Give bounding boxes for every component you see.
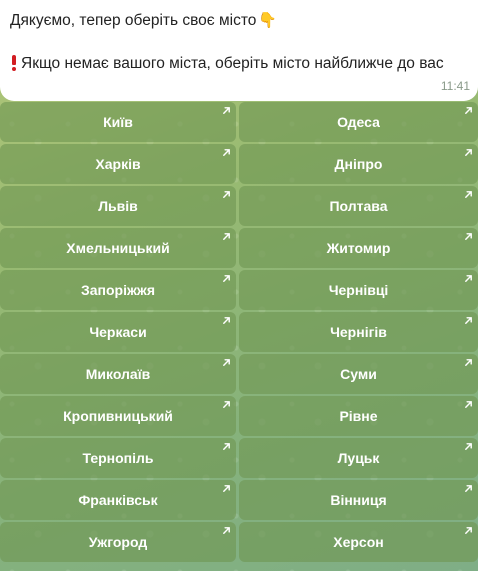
city-button[interactable]: Хмельницький: [0, 228, 236, 268]
city-button[interactable]: Львів: [0, 186, 236, 226]
city-button[interactable]: Харків: [0, 144, 236, 184]
arrow-up-right-icon: [223, 317, 230, 324]
message-line-2: Якщо немає вашого міста, оберіть місто н…: [10, 53, 466, 75]
arrow-up-right-icon: [465, 401, 472, 408]
city-button-label: Луцьк: [337, 450, 380, 466]
arrow-up-right-icon: [223, 233, 230, 240]
city-button-label: Кропивницький: [63, 408, 173, 424]
city-button[interactable]: Миколаїв: [0, 354, 236, 394]
arrow-up-right-icon: [465, 443, 472, 450]
city-button[interactable]: Вінниця: [239, 480, 478, 520]
city-button-label: Запоріжжя: [80, 282, 156, 298]
city-button-label: Миколаїв: [85, 366, 151, 382]
arrow-up-right-icon: [465, 233, 472, 240]
arrow-up-right-icon: [465, 527, 472, 534]
city-button-label: Полтава: [329, 198, 388, 214]
city-button[interactable]: Франківськ: [0, 480, 236, 520]
arrow-up-right-icon: [223, 149, 230, 156]
city-button[interactable]: Кропивницький: [0, 396, 236, 436]
city-button-label: Київ: [103, 114, 133, 130]
message-line-1: Дякуємо, тепер оберіть своє місто 👇: [10, 10, 466, 32]
city-button-label: Дніпро: [334, 156, 383, 172]
city-button-label: Хмельницький: [66, 240, 170, 256]
city-button[interactable]: Чернігів: [239, 312, 478, 352]
message-text-1: Дякуємо, тепер оберіть своє місто: [10, 12, 257, 29]
city-button[interactable]: Житомир: [239, 228, 478, 268]
city-button-label: Чернігів: [330, 324, 387, 340]
arrow-up-right-icon: [223, 401, 230, 408]
city-button-label: Херсон: [333, 534, 384, 550]
city-button[interactable]: Ужгород: [0, 522, 236, 562]
arrow-up-right-icon: [223, 275, 230, 282]
arrow-up-right-icon: [223, 107, 230, 114]
city-button-label: Черкаси: [89, 324, 147, 340]
city-button[interactable]: Київ: [0, 102, 236, 142]
city-button-label: Харків: [95, 156, 141, 172]
arrow-up-right-icon: [223, 443, 230, 450]
city-button-label: Рівне: [339, 408, 378, 424]
city-button[interactable]: Полтава: [239, 186, 478, 226]
arrow-up-right-icon: [223, 359, 230, 366]
city-button[interactable]: Рівне: [239, 396, 478, 436]
city-button-label: Франківськ: [78, 492, 158, 508]
inline-keyboard: Київ Одеса Харків Дніпро Львів Полтава Хмельни…: [0, 102, 478, 562]
arrow-up-right-icon: [465, 149, 472, 156]
arrow-up-right-icon: [465, 191, 472, 198]
city-button[interactable]: Тернопіль: [0, 438, 236, 478]
pointing-down-icon: 👇: [258, 12, 278, 29]
arrow-up-right-icon: [223, 191, 230, 198]
city-button-label: Вінниця: [330, 492, 387, 508]
message-text-2: Якщо немає вашого міста, оберіть місто н…: [21, 55, 444, 72]
city-button[interactable]: Луцьк: [239, 438, 478, 478]
city-button-label: Львів: [98, 198, 138, 214]
city-button[interactable]: Дніпро: [239, 144, 478, 184]
city-button[interactable]: Чернівці: [239, 270, 478, 310]
exclamation-icon: [10, 54, 18, 71]
arrow-up-right-icon: [465, 107, 472, 114]
message-timestamp: 11:41: [440, 79, 470, 93]
city-button[interactable]: Черкаси: [0, 312, 236, 352]
arrow-up-right-icon: [223, 527, 230, 534]
arrow-up-right-icon: [465, 317, 472, 324]
city-button[interactable]: Одеса: [239, 102, 478, 142]
city-button[interactable]: Херсон: [239, 522, 478, 562]
city-button-label: Одеса: [337, 114, 380, 130]
bot-message-bubble: Дякуємо, тепер оберіть своє місто 👇 Якщо …: [0, 0, 478, 101]
city-button-label: Житомир: [326, 240, 391, 256]
city-button[interactable]: Суми: [239, 354, 478, 394]
arrow-up-right-icon: [465, 359, 472, 366]
city-button-label: Тернопіль: [82, 450, 154, 466]
arrow-up-right-icon: [223, 485, 230, 492]
city-button[interactable]: Запоріжжя: [0, 270, 236, 310]
city-button-label: Ужгород: [88, 534, 148, 550]
city-button-label: Суми: [340, 366, 377, 382]
arrow-up-right-icon: [465, 275, 472, 282]
arrow-up-right-icon: [465, 485, 472, 492]
city-button-label: Чернівці: [328, 282, 389, 298]
